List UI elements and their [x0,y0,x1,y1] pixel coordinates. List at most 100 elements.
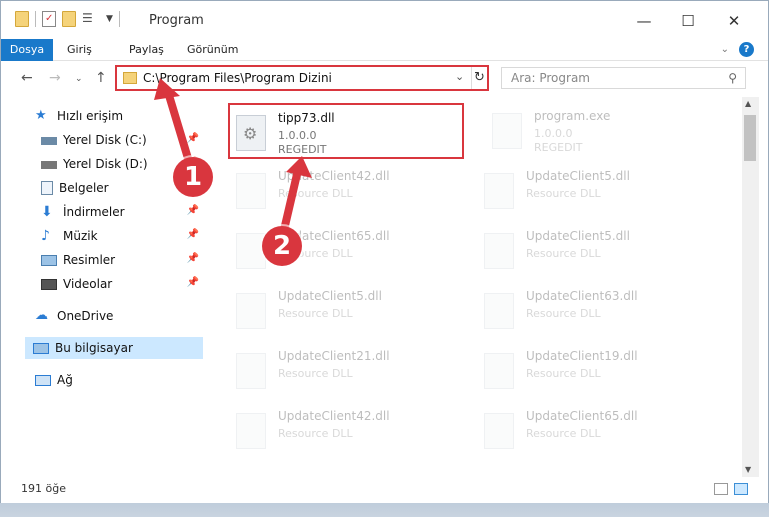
sidebar-item-label: Yerel Disk (C:) [63,133,147,147]
file-name: UpdateClient19.dll [526,349,638,363]
file-version: 1.0.0.0 [534,127,573,140]
file-description: REGEDIT [534,141,583,154]
file-name: UpdateClient5.dll [278,289,382,303]
search-icon[interactable]: ⚲ [728,71,737,85]
chevron-down-icon[interactable]: ▼ [106,14,113,24]
file-name: UpdateClient63.dll [526,289,638,303]
pin-icon[interactable]: 📌 [187,205,199,216]
file-name: UpdateClient42.dll [278,169,390,183]
file-list: ⚙ tipp73.dll 1.0.0.0 REGEDIT program.exe… [206,97,742,477]
file-description: Resource DLL [278,307,353,320]
dll-file-icon [484,413,514,449]
view-switcher [714,483,748,495]
pin-icon[interactable]: 📌 [187,277,199,288]
tiles-view-icon[interactable] [734,483,748,495]
music-icon: ♪ [41,228,50,244]
star-icon: ★ [35,108,47,123]
up-icon[interactable]: ↑ [95,70,107,86]
file-description: Resource DLL [526,307,601,320]
dll-file-icon [484,293,514,329]
sidebar-item-quick-access[interactable]: ★ Hızlı erişim [35,105,203,127]
sidebar-item-network[interactable]: Ağ [35,369,203,391]
pin-icon[interactable]: 📌 [187,133,199,144]
refresh-icon[interactable]: ↻ [471,67,487,89]
file-name: program.exe [534,109,611,123]
drive-icon [41,137,57,145]
dll-file-icon [236,293,266,329]
tab-file[interactable]: Dosya [1,39,53,61]
chevron-down-icon[interactable]: ⌄ [721,44,729,55]
dll-file-icon [484,173,514,209]
file-description: Resource DLL [526,247,601,260]
file-tile[interactable]: UpdateClient21.dll Resource DLL [230,343,466,399]
pin-icon[interactable]: 📌 [187,253,199,264]
properties-icon[interactable]: ✓ [42,11,56,27]
address-bar[interactable]: C:\Program Files\Program Dizini ⌄ ↻ [115,65,489,91]
sidebar-item-this-pc[interactable]: Bu bilgisayar [25,337,203,359]
search-input[interactable]: Ara: Program ⚲ [501,67,746,89]
scroll-up-icon[interactable]: ▲ [745,99,751,108]
forward-icon[interactable]: → [49,70,61,86]
sidebar-item-label: Müzik [63,229,98,243]
sidebar-item-pictures[interactable]: Resimler 📌 [41,249,203,271]
details-view-icon[interactable] [714,483,728,495]
cloud-icon: ☁ [35,308,48,323]
file-tile[interactable]: UpdateClient65.dll Resource DLL [478,403,714,459]
file-description: Resource DLL [526,187,601,200]
file-tile[interactable]: UpdateClient19.dll Resource DLL [478,343,714,399]
sidebar-item-disk-c[interactable]: Yerel Disk (C:) 📌 [41,129,203,151]
title-bar: ✓ ☰ ▼ Program — ☐ ✕ [1,1,768,39]
file-tile[interactable]: UpdateClient5.dll Resource DLL [478,223,714,279]
close-icon: ✕ [727,12,741,30]
download-icon: ⬇ [41,204,53,220]
sidebar-item-label: İndirmeler [63,205,125,219]
window-title: Program [149,13,204,28]
explorer-window: ✓ ☰ ▼ Program — ☐ ✕ Dosya Giriş Paylaş G… [0,0,769,503]
vertical-scrollbar[interactable]: ▲ ▼ [742,97,759,477]
sidebar-item-onedrive[interactable]: ☁ OneDrive [35,305,203,327]
help-icon[interactable]: ? [739,42,754,57]
customize-icon[interactable]: ☰ [82,11,100,27]
address-path[interactable]: C:\Program Files\Program Dizini [143,71,332,85]
file-name: UpdateClient5.dll [526,229,630,243]
navigation-bar: ← → ⌄ ↑ C:\Program Files\Program Dizini … [1,61,768,97]
file-tile[interactable]: program.exe 1.0.0.0 REGEDIT [486,103,722,159]
sidebar-item-downloads[interactable]: ⬇ İndirmeler 📌 [41,201,203,223]
sidebar-item-label: OneDrive [57,309,114,323]
step-badge-2: 2 [262,226,302,266]
dll-file-icon [236,233,266,269]
folder-icon [123,72,137,84]
ribbon-controls: ⌄ ? [721,42,754,57]
file-tile[interactable]: UpdateClient5.dll Resource DLL [230,283,466,339]
minimize-button[interactable]: — [621,9,667,33]
folder-icon [15,11,29,27]
tab-share[interactable]: Paylaş [129,39,164,61]
divider [118,11,120,27]
sidebar-item-label: Ağ [57,373,73,387]
network-icon [35,375,51,386]
sidebar-item-label: Yerel Disk (D:) [63,157,148,171]
search-placeholder: Ara: Program [511,71,590,85]
pin-icon[interactable]: 📌 [187,229,199,240]
tab-view[interactable]: Görünüm [187,39,238,61]
sidebar-item-videos[interactable]: Videolar 📌 [41,273,203,295]
recent-locations-icon[interactable]: ⌄ [75,74,83,84]
chevron-down-icon[interactable]: ⌄ [455,70,464,83]
back-icon[interactable]: ← [21,70,33,86]
file-tile[interactable]: UpdateClient42.dll Resource DLL [230,163,466,219]
status-bar: 191 öğe [1,477,768,503]
tab-home[interactable]: Giriş [67,39,92,61]
scroll-down-icon[interactable]: ▼ [745,465,751,474]
maximize-icon: ☐ [681,12,695,30]
file-description: Resource DLL [278,427,353,440]
file-tile[interactable]: UpdateClient5.dll Resource DLL [478,163,714,219]
file-tile[interactable]: UpdateClient42.dll Resource DLL [230,403,466,459]
file-tile-tipp73[interactable]: ⚙ tipp73.dll 1.0.0.0 REGEDIT [228,103,464,159]
scrollbar-thumb[interactable] [744,115,756,161]
new-folder-icon[interactable] [62,11,76,27]
maximize-button[interactable]: ☐ [665,9,711,33]
file-tile[interactable]: UpdateClient63.dll Resource DLL [478,283,714,339]
sidebar-item-music[interactable]: ♪ Müzik 📌 [41,225,203,247]
close-button[interactable]: ✕ [711,9,757,33]
sidebar-item-label: Resimler [63,253,116,267]
